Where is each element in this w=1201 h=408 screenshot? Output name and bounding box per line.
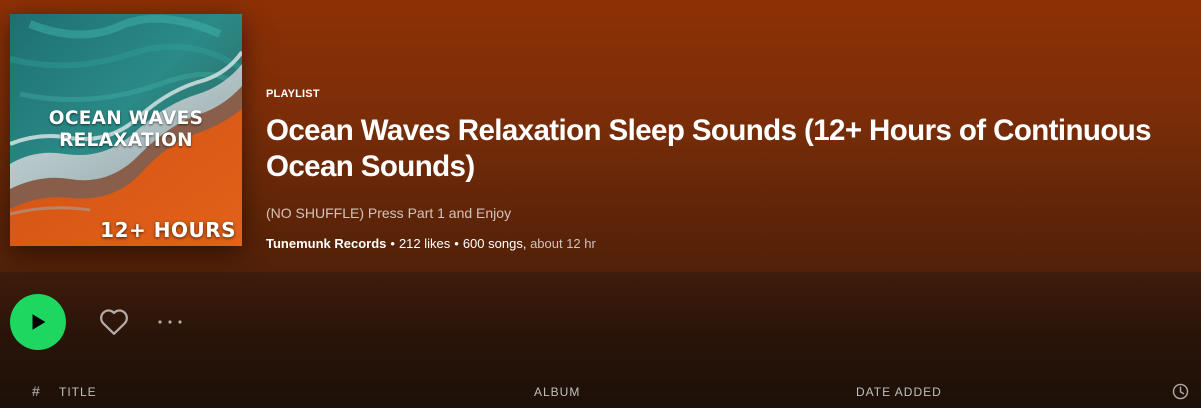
meta-separator: • bbox=[390, 236, 395, 251]
songs-count: 600 songs, bbox=[462, 236, 527, 251]
like-button[interactable] bbox=[96, 304, 132, 340]
likes-count: 212 likes bbox=[398, 236, 451, 251]
cover-title-line-2: RELAXATION bbox=[59, 130, 193, 151]
more-dots-icon bbox=[158, 320, 182, 324]
owner-link[interactable]: Tunemunk Records bbox=[266, 236, 386, 251]
meta-separator: • bbox=[454, 236, 459, 251]
playlist-page: OCEAN WAVES RELAXATION 12+ HOURS PLAYLIS… bbox=[0, 0, 1201, 408]
playlist-cover-image: OCEAN WAVES RELAXATION 12+ HOURS bbox=[10, 14, 242, 246]
cover-hours-badge: 12+ HOURS bbox=[100, 218, 236, 242]
play-icon bbox=[32, 314, 46, 330]
track-table-header: # TITLE ALBUM DATE ADDED bbox=[0, 376, 1201, 408]
playlist-type-label: PLAYLIST bbox=[266, 88, 320, 100]
more-options-button[interactable] bbox=[154, 310, 186, 334]
playlist-title: Ocean Waves Relaxation Sleep Sounds (12+… bbox=[266, 114, 1152, 183]
playlist-description: (NO SHUFFLE) Press Part 1 and Enjoy bbox=[266, 205, 512, 221]
playlist-info: PLAYLIST Ocean Waves Relaxation Sleep So… bbox=[266, 88, 1186, 251]
playlist-meta: Tunemunk Records • 212 likes • 600 songs, ab… bbox=[266, 236, 1186, 251]
play-button[interactable] bbox=[10, 294, 66, 350]
cover-title-line-1: OCEAN WAVES bbox=[48, 108, 204, 129]
heart-icon bbox=[100, 309, 128, 335]
column-date-added[interactable]: DATE ADDED bbox=[856, 385, 942, 399]
playlist-duration: about 12 hr bbox=[530, 236, 596, 251]
column-duration[interactable] bbox=[1172, 383, 1189, 403]
column-album[interactable]: ALBUM bbox=[534, 385, 580, 399]
column-title[interactable]: TITLE bbox=[59, 385, 97, 399]
clock-icon bbox=[1172, 383, 1189, 400]
cover-title: OCEAN WAVES RELAXATION bbox=[10, 108, 242, 152]
column-number: # bbox=[32, 383, 40, 399]
